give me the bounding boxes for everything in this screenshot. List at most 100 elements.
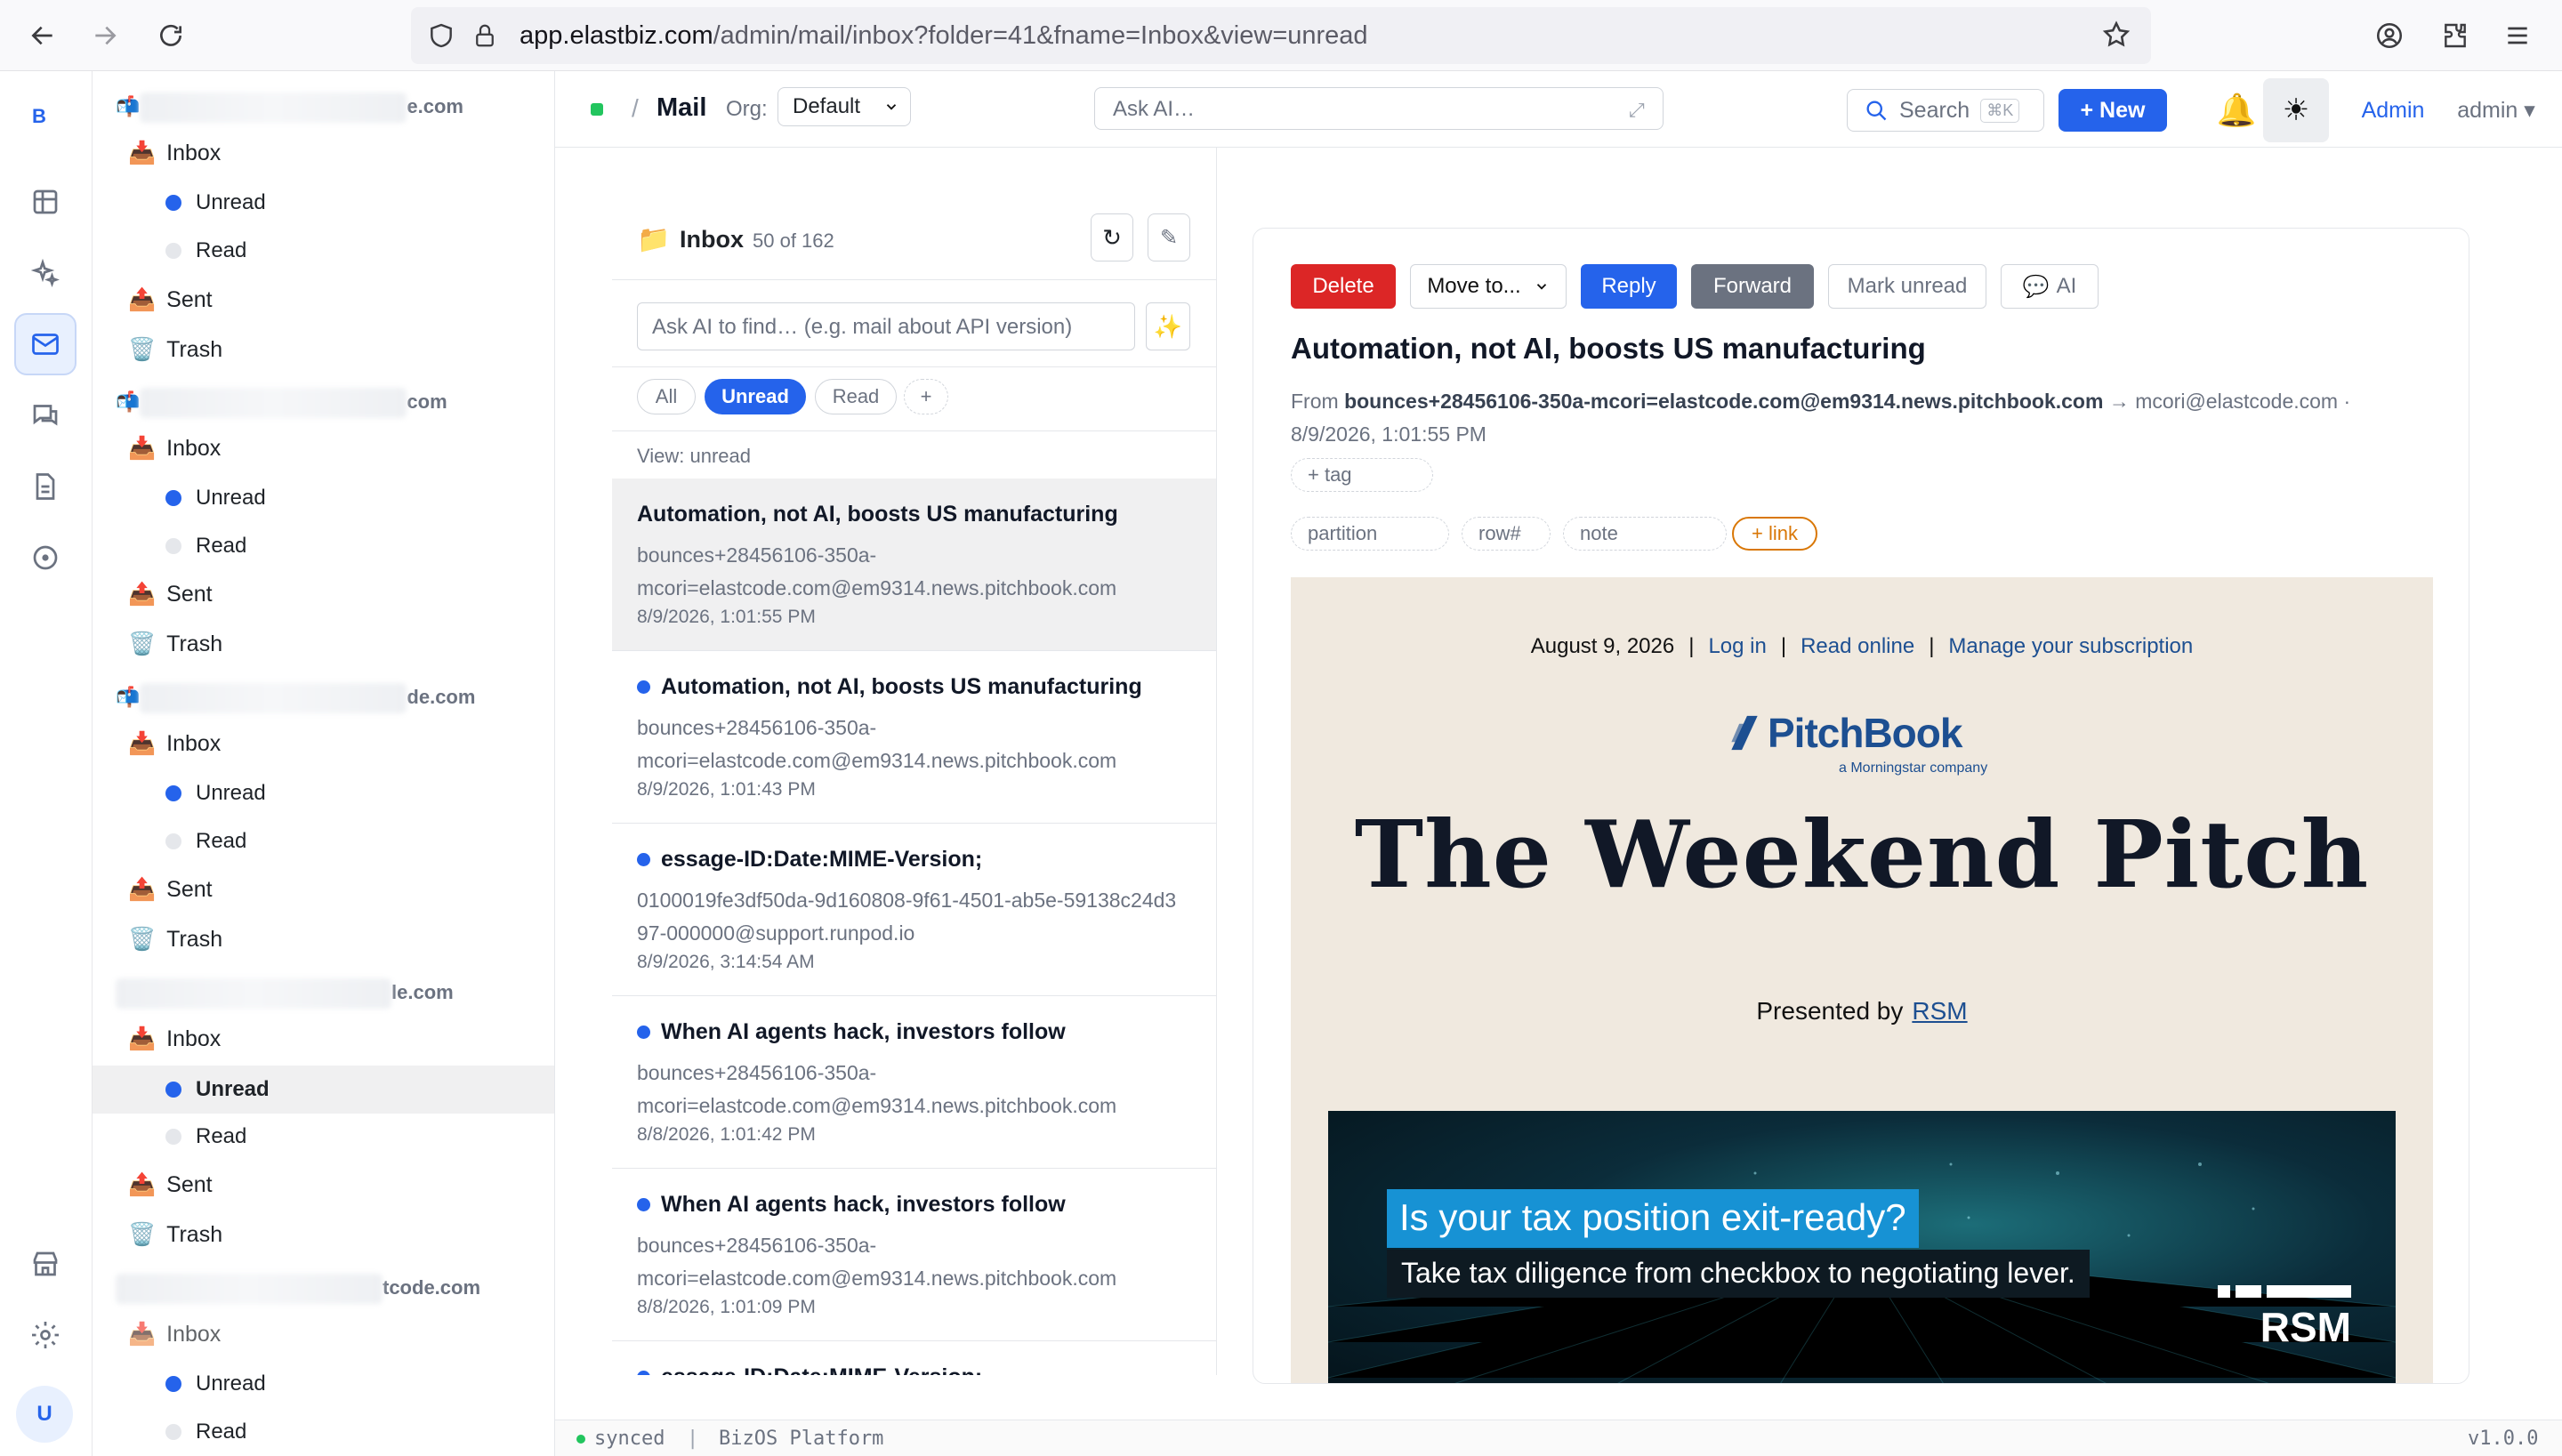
forward-button[interactable]: Forward <box>1691 264 1814 309</box>
mark-unread-button[interactable]: Mark unread <box>1828 264 1986 309</box>
table-icon[interactable] <box>14 171 77 233</box>
view-read[interactable]: Read <box>165 527 246 566</box>
login-link[interactable]: Log in <box>1708 634 1766 659</box>
circle-dot-icon[interactable] <box>14 527 77 589</box>
view-unread-selected[interactable]: Unread <box>93 1066 554 1114</box>
folder-trash[interactable]: 🗑️ Trash <box>128 624 222 664</box>
outbox-tray-icon: 📤 <box>128 581 157 607</box>
folder-trash[interactable]: 🗑️ Trash <box>128 1215 222 1254</box>
theme-toggle-sun-icon[interactable]: ☀ <box>2263 78 2329 142</box>
reload-icon[interactable] <box>151 16 190 55</box>
reply-button[interactable]: Reply <box>1581 264 1677 309</box>
account-header[interactable]: 📬 de.com <box>116 683 475 719</box>
filter-unread[interactable]: Unread <box>705 379 806 414</box>
unread-indicator <box>637 853 650 866</box>
folder-inbox[interactable]: 📥 Inbox <box>128 1315 221 1354</box>
user-avatar[interactable]: U <box>16 1386 73 1443</box>
new-button[interactable]: + New <box>2058 89 2167 132</box>
add-tag-input[interactable]: + tag <box>1291 458 1433 492</box>
sponsor-link[interactable]: RSM <box>1912 997 1967 1026</box>
sponsor-ad-banner[interactable]: Is your tax position exit-ready? Take ta… <box>1328 1111 2396 1383</box>
message-row-selected[interactable]: Automation, not AI, boosts US manufactur… <box>612 479 1216 651</box>
chat-icon[interactable] <box>14 384 77 446</box>
message-row[interactable]: When AI agents hack, investors follow bo… <box>612 1169 1216 1341</box>
document-icon[interactable] <box>14 455 77 518</box>
menu-icon[interactable] <box>2498 16 2537 55</box>
folder-sent[interactable]: 📤 Sent <box>128 1165 213 1204</box>
redacted-account-name <box>140 388 407 418</box>
app-icon-rail: B U <box>0 71 93 1456</box>
view-read[interactable]: Read <box>165 231 246 270</box>
account-header[interactable]: tcode.com <box>116 1274 480 1309</box>
account-icon[interactable] <box>2370 16 2409 55</box>
pitchbook-logo: PitchBook <box>1728 709 1962 757</box>
read-online-link[interactable]: Read online <box>1801 634 1914 659</box>
folder-inbox[interactable]: 📥 Inbox <box>128 133 221 173</box>
add-filter-button[interactable]: + <box>904 379 948 414</box>
partition-field[interactable]: partition <box>1291 517 1449 551</box>
refresh-icon[interactable]: ↻ <box>1091 213 1133 261</box>
notifications-bell-icon[interactable]: 🔔 <box>2212 89 2261 132</box>
message-row[interactable]: essage-ID:Date:MIME-Version; <box>612 1341 1216 1375</box>
sender-address: bounces+28456106-350a-mcori=elastcode.co… <box>1344 390 2104 413</box>
view-unread[interactable]: Unread <box>165 479 266 518</box>
view-unread[interactable]: Unread <box>165 183 266 222</box>
settings-gear-icon[interactable] <box>14 1304 77 1366</box>
folder-trash[interactable]: 🗑️ Trash <box>128 920 222 959</box>
folder-inbox[interactable]: 📥 Inbox <box>128 1019 221 1058</box>
org-select[interactable]: Default <box>777 87 911 126</box>
folder-sent[interactable]: 📤 Sent <box>128 575 213 614</box>
email-topline: August 9, 2026 | Log in | Read online | … <box>1530 634 2194 659</box>
account-header[interactable]: le.com <box>116 978 454 1014</box>
mail-icon[interactable] <box>14 313 77 375</box>
email-body: August 9, 2026 | Log in | Read online | … <box>1291 577 2433 1383</box>
ai-sparkle-button-icon[interactable]: ✨ <box>1146 302 1190 350</box>
folder-sent[interactable]: 📤 Sent <box>128 280 213 319</box>
admin-link[interactable]: Admin <box>2348 89 2437 132</box>
ai-find-input[interactable]: Ask AI to find… (e.g. mail about API ver… <box>637 302 1135 350</box>
message-row[interactable]: When AI agents hack, investors follow bo… <box>612 996 1216 1169</box>
address-bar[interactable]: app.elastbiz.com/admin/mail/inbox?folder… <box>411 7 2151 64</box>
note-field[interactable]: note <box>1563 517 1727 551</box>
view-unread[interactable]: Unread <box>165 1364 266 1404</box>
folder-trash[interactable]: 🗑️ Trash <box>128 330 222 369</box>
manage-subscription-link[interactable]: Manage your subscription <box>1948 634 2193 659</box>
user-menu[interactable]: admin ▾ <box>2443 89 2550 132</box>
filter-read[interactable]: Read <box>815 379 897 414</box>
filter-all[interactable]: All <box>637 379 696 414</box>
url-text[interactable]: app.elastbiz.com/admin/mail/inbox?folder… <box>520 21 1368 51</box>
ad-title: Is your tax position exit-ready? <box>1387 1189 1919 1248</box>
message-row[interactable]: Automation, not AI, boosts US manufactur… <box>612 651 1216 824</box>
view-read[interactable]: Read <box>165 822 246 861</box>
store-icon[interactable] <box>14 1233 77 1295</box>
account-header[interactable]: 📬 com <box>116 388 447 423</box>
compose-pencil-icon[interactable]: ✎ <box>1148 213 1190 261</box>
back-icon[interactable] <box>23 16 62 55</box>
move-to-select[interactable]: Move to... <box>1410 264 1567 309</box>
forward-icon[interactable] <box>85 16 125 55</box>
account-header[interactable]: 📬 e.com <box>116 93 463 128</box>
expand-icon[interactable]: ⤢ <box>1629 99 1645 122</box>
view-read[interactable]: Read <box>165 1412 246 1452</box>
extensions-icon[interactable] <box>2436 16 2475 55</box>
folder-sent[interactable]: 📤 Sent <box>128 870 213 909</box>
row-number-field[interactable]: row# <box>1462 517 1551 551</box>
sparkles-icon[interactable] <box>14 242 77 304</box>
search-button[interactable]: Search ⌘K <box>1847 89 2044 132</box>
message-subject: Automation, not AI, boosts US manufactur… <box>661 674 1142 699</box>
delete-button[interactable]: Delete <box>1291 264 1396 309</box>
shield-icon[interactable] <box>427 21 455 54</box>
add-link-button[interactable]: + link <box>1732 517 1817 551</box>
folder-inbox[interactable]: 📥 Inbox <box>128 429 221 468</box>
message-date: 8/8/2026, 1:01:42 PM <box>637 1124 816 1145</box>
folder-inbox[interactable]: 📥 Inbox <box>128 724 221 763</box>
search-icon <box>1866 101 1887 121</box>
message-row[interactable]: essage-ID:Date:MIME-Version; 0100019fe3d… <box>612 824 1216 996</box>
ai-button[interactable]: 💬 AI <box>2001 264 2099 309</box>
outbox-tray-icon: 📤 <box>128 876 157 902</box>
view-read[interactable]: Read <box>165 1117 246 1156</box>
bookmark-star-icon[interactable] <box>2101 20 2131 54</box>
lock-icon[interactable] <box>471 21 498 54</box>
ask-ai-input[interactable]: Ask AI… ⤢ <box>1094 87 1664 130</box>
view-unread[interactable]: Unread <box>165 774 266 813</box>
